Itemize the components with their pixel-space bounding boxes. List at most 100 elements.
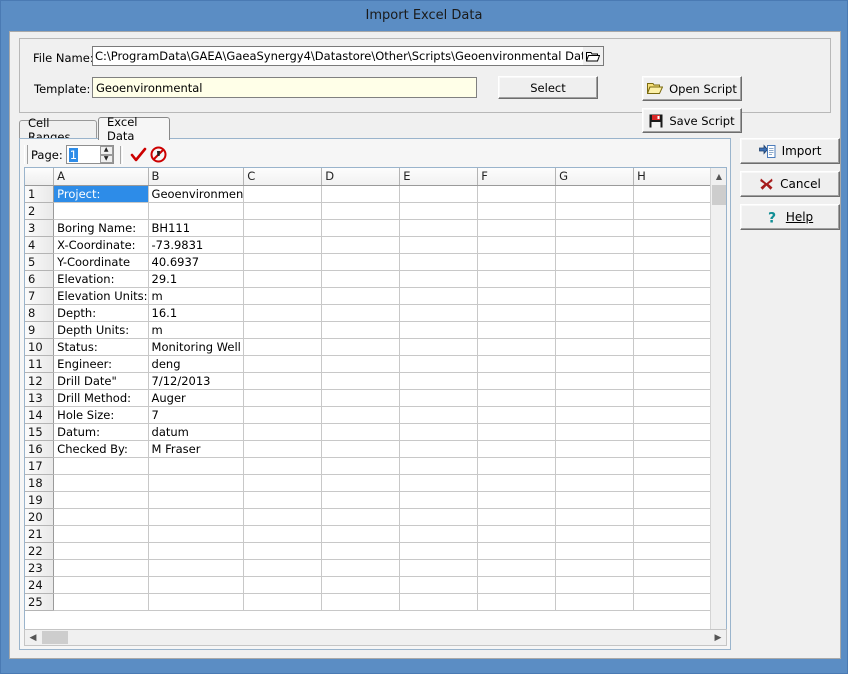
cell-G9[interactable] [556,321,634,338]
cell-G5[interactable] [556,253,634,270]
cell-C18[interactable] [244,474,322,491]
cell-H24[interactable] [634,576,712,593]
cell-A1[interactable]: Project: [54,185,148,202]
cell-B12[interactable]: 7/12/2013 [148,372,244,389]
cell-C13[interactable] [244,389,322,406]
cell-G16[interactable] [556,440,634,457]
column-header-C[interactable]: C [244,168,322,185]
cell-F11[interactable] [478,355,556,372]
column-header-D[interactable]: D [322,168,400,185]
cell-A13[interactable]: Drill Method: [54,389,148,406]
cell-B20[interactable] [148,508,244,525]
grid-vertical-scrollbar[interactable]: ▲ ▼ [710,168,726,645]
cell-C6[interactable] [244,270,322,287]
cell-G24[interactable] [556,576,634,593]
cell-B10[interactable]: Monitoring Well [148,338,244,355]
column-header-G[interactable]: G [556,168,634,185]
cell-D14[interactable] [322,406,400,423]
cell-B6[interactable]: 29.1 [148,270,244,287]
import-button[interactable]: Import [740,138,840,164]
cell-D21[interactable] [322,525,400,542]
cell-C17[interactable] [244,457,322,474]
cell-H19[interactable] [634,491,712,508]
cell-F21[interactable] [478,525,556,542]
cell-F16[interactable] [478,440,556,457]
cell-C14[interactable] [244,406,322,423]
cell-E4[interactable] [400,236,478,253]
row-header-25[interactable]: 25 [25,593,54,610]
row-header-7[interactable]: 7 [25,287,54,304]
cell-H15[interactable] [634,423,712,440]
cell-H6[interactable] [634,270,712,287]
cell-F5[interactable] [478,253,556,270]
cell-G22[interactable] [556,542,634,559]
row-header-10[interactable]: 10 [25,338,54,355]
cell-H17[interactable] [634,457,712,474]
cell-G21[interactable] [556,525,634,542]
row-header-18[interactable]: 18 [25,474,54,491]
cell-E19[interactable] [400,491,478,508]
cell-B19[interactable] [148,491,244,508]
cell-A7[interactable]: Elevation Units: [54,287,148,304]
row-header-14[interactable]: 14 [25,406,54,423]
cell-H25[interactable] [634,593,712,610]
row-header-20[interactable]: 20 [25,508,54,525]
cell-E5[interactable] [400,253,478,270]
horizontal-scroll-thumb[interactable] [42,631,68,644]
cell-E16[interactable] [400,440,478,457]
cell-B4[interactable]: -73.9831 [148,236,244,253]
row-header-8[interactable]: 8 [25,304,54,321]
cell-D4[interactable] [322,236,400,253]
cell-C22[interactable] [244,542,322,559]
cell-F18[interactable] [478,474,556,491]
cell-F25[interactable] [478,593,556,610]
cell-F13[interactable] [478,389,556,406]
accept-page-button[interactable] [129,145,149,165]
cell-A15[interactable]: Datum: [54,423,148,440]
cell-G1[interactable] [556,185,634,202]
cell-A12[interactable]: Drill Date" [54,372,148,389]
cell-D11[interactable] [322,355,400,372]
cell-G20[interactable] [556,508,634,525]
cell-F3[interactable] [478,219,556,236]
cell-C1[interactable] [244,185,322,202]
cell-C4[interactable] [244,236,322,253]
row-header-2[interactable]: 2 [25,202,54,219]
cell-F14[interactable] [478,406,556,423]
cell-E1[interactable] [400,185,478,202]
scroll-up-arrow-icon[interactable]: ▲ [711,168,727,185]
cell-A18[interactable] [54,474,148,491]
cell-B1[interactable]: Geoenvironmen [148,185,244,202]
cell-C10[interactable] [244,338,322,355]
cell-G7[interactable] [556,287,634,304]
cell-H3[interactable] [634,219,712,236]
cell-E11[interactable] [400,355,478,372]
cell-E12[interactable] [400,372,478,389]
cell-E8[interactable] [400,304,478,321]
page-spinner[interactable]: 1 ▲ ▼ [66,145,114,164]
cell-A21[interactable] [54,525,148,542]
cell-E21[interactable] [400,525,478,542]
cell-D16[interactable] [322,440,400,457]
cell-D24[interactable] [322,576,400,593]
cell-G10[interactable] [556,338,634,355]
cell-C24[interactable] [244,576,322,593]
row-header-3[interactable]: 3 [25,219,54,236]
cell-D17[interactable] [322,457,400,474]
cell-A4[interactable]: X-Coordinate: [54,236,148,253]
column-header-A[interactable]: A [54,168,148,185]
row-header-24[interactable]: 24 [25,576,54,593]
cell-A14[interactable]: Hole Size: [54,406,148,423]
open-script-button[interactable]: Open Script [642,76,742,101]
cell-E20[interactable] [400,508,478,525]
cell-F20[interactable] [478,508,556,525]
cell-A17[interactable] [54,457,148,474]
cell-D10[interactable] [322,338,400,355]
select-template-button[interactable]: Select [498,76,598,99]
cell-F6[interactable] [478,270,556,287]
cell-C9[interactable] [244,321,322,338]
cell-B25[interactable] [148,593,244,610]
cell-A19[interactable] [54,491,148,508]
page-value[interactable]: 1 [69,148,78,162]
cell-E13[interactable] [400,389,478,406]
